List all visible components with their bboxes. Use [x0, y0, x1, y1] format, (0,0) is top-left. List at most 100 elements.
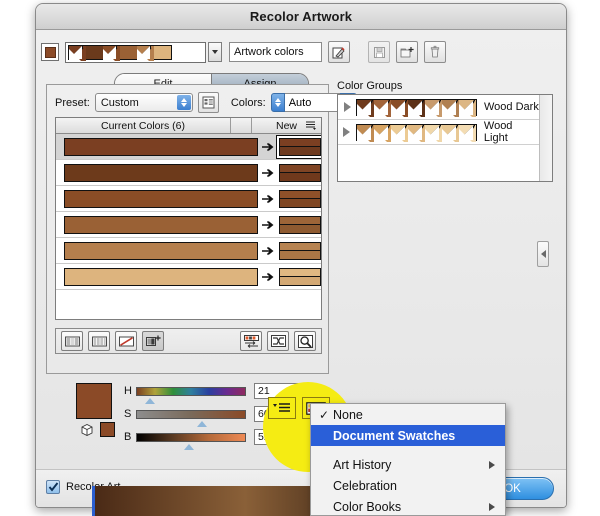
color-group-cell [442, 98, 459, 117]
panel-expand-arrow[interactable] [537, 241, 549, 267]
new-color-swatch[interactable] [279, 189, 321, 208]
dialog-titlebar[interactable]: Recolor Artwork [36, 4, 566, 30]
colors-value[interactable]: Auto [284, 93, 340, 112]
merge-colors-icon[interactable] [61, 331, 83, 351]
menu-item[interactable]: ✓ None [311, 404, 505, 425]
color-group-cell [373, 123, 391, 142]
color-group-strip [356, 98, 477, 117]
menu-item[interactable]: Art History [311, 454, 505, 475]
color-group-cell [458, 123, 476, 142]
table-row[interactable] [56, 134, 321, 160]
color-groups-list: Wood Dark Wood Light [338, 95, 539, 181]
current-color-swatch[interactable] [64, 215, 258, 234]
color-group-cell [356, 123, 374, 142]
check-icon: ✓ [319, 407, 330, 422]
color-swatch-icon[interactable] [41, 43, 59, 61]
edit-colors-icon[interactable] [328, 41, 350, 63]
color-reduction-options-icon[interactable] [197, 92, 219, 113]
color-mode-cube-icon[interactable] [80, 423, 96, 437]
submenu-arrow-icon [489, 460, 495, 469]
menu-separator [311, 446, 505, 454]
expand-triangle-icon[interactable] [338, 127, 356, 137]
color-preview-magnifier-icon[interactable] [294, 331, 316, 351]
column-gap [231, 118, 252, 133]
new-color-swatch[interactable] [277, 135, 321, 158]
menu-item-label: Document Swatches [333, 428, 456, 443]
menu-item-label: Celebration [333, 478, 397, 493]
arrow-right-icon [258, 194, 280, 204]
color-groups-scrollbar[interactable] [539, 95, 552, 181]
table-row[interactable] [56, 264, 321, 290]
menu-item[interactable]: Celebration [311, 475, 505, 496]
arrow-right-icon [258, 168, 280, 178]
trash-icon[interactable] [424, 41, 446, 63]
menu-item-label: Color Books [333, 499, 402, 514]
color-preview-swatch[interactable] [100, 422, 115, 437]
menu-item[interactable]: Color Books [311, 496, 505, 516]
slider-track[interactable] [136, 409, 246, 427]
expand-triangle-icon[interactable] [338, 102, 356, 112]
new-color-swatch[interactable] [279, 163, 321, 182]
exclude-colors-icon[interactable] [115, 331, 137, 351]
dialog-title: Recolor Artwork [249, 9, 353, 24]
color-group-cell [408, 98, 425, 117]
new-color-swatch[interactable] [279, 241, 321, 260]
swatch-library-menu-icon[interactable] [268, 397, 296, 419]
current-color-swatch[interactable] [64, 241, 258, 260]
submenu-arrow-icon [489, 502, 495, 511]
color-groups-label: Color Groups [337, 80, 403, 92]
chevron-down-icon[interactable] [208, 42, 222, 62]
list-body [56, 134, 321, 319]
current-color-swatch[interactable] [64, 137, 258, 156]
current-color-swatch[interactable] [64, 189, 258, 208]
slider-label: S [124, 408, 132, 420]
table-row[interactable] [56, 238, 321, 264]
table-row[interactable] [56, 186, 321, 212]
background-artwork [0, 486, 600, 516]
slider-thumb[interactable] [144, 397, 155, 404]
active-color-swatch[interactable] [76, 383, 112, 419]
color-strip-cell [103, 44, 120, 61]
color-group-cell [390, 123, 408, 142]
table-row[interactable] [56, 212, 321, 238]
preset-row: Preset: Custom Colors: Auto [55, 92, 357, 113]
list-menu-icon[interactable] [306, 121, 317, 133]
color-strip-cell [154, 45, 171, 59]
color-reduction-icon[interactable] [240, 331, 262, 351]
slider-track[interactable] [136, 386, 246, 404]
color-group-cell [391, 98, 408, 117]
randomize-colors-icon[interactable] [267, 331, 289, 351]
color-strip [68, 44, 172, 61]
color-group-name: Wood Dark [484, 101, 539, 113]
slider-thumb[interactable] [183, 443, 194, 450]
colors-stepper-icon[interactable] [270, 93, 285, 112]
save-icon[interactable] [368, 41, 390, 63]
new-color-group-icon[interactable] [142, 331, 164, 351]
color-strip-cell [86, 45, 103, 59]
new-folder-icon[interactable] [396, 41, 418, 63]
color-group-row[interactable]: Wood Light [338, 120, 539, 145]
color-strip-selector[interactable] [65, 41, 206, 63]
arrow-right-icon [258, 220, 280, 230]
new-color-swatch[interactable] [279, 215, 321, 234]
column-current-colors: Current Colors (6) [56, 118, 231, 133]
slider-track[interactable] [136, 432, 246, 450]
menu-item-label: Art History [333, 457, 392, 472]
arrow-right-icon [258, 142, 280, 152]
column-new: New [252, 118, 321, 133]
current-color-swatch[interactable] [64, 267, 258, 286]
color-group-cell [374, 98, 391, 117]
table-row[interactable] [56, 160, 321, 186]
artwork-colors-field[interactable]: Artwork colors [229, 42, 322, 62]
new-color-swatch[interactable] [279, 267, 321, 286]
color-group-row[interactable]: Wood Dark [338, 95, 539, 120]
preset-value: Custom [100, 96, 139, 109]
slider-thumb[interactable] [196, 420, 207, 427]
separate-colors-icon[interactable] [88, 331, 110, 351]
arrow-right-icon [258, 272, 280, 282]
current-color-swatch[interactable] [64, 163, 258, 182]
menu-item[interactable]: Document Swatches [311, 425, 505, 446]
arrow-right-icon [258, 246, 280, 256]
preset-dropdown[interactable]: Custom [94, 93, 193, 112]
color-group-cell [441, 123, 459, 142]
